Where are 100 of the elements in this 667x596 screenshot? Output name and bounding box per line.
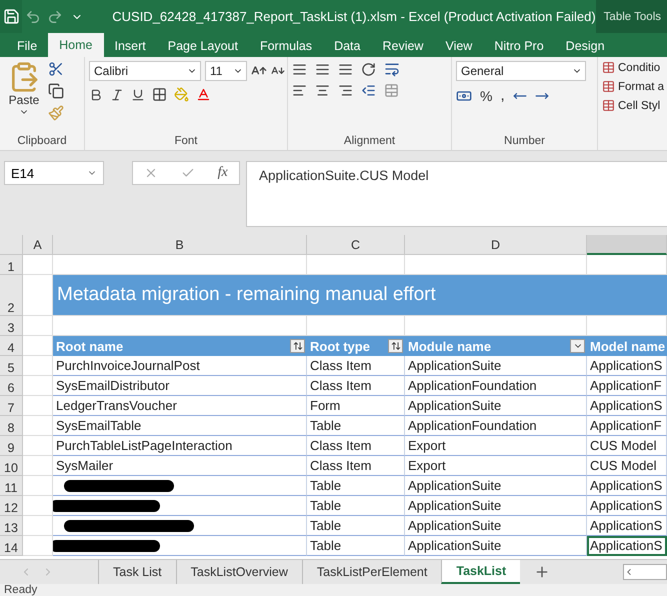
table-cell: CUS Model	[587, 436, 667, 456]
table-cell: ApplicationSuite	[405, 476, 587, 496]
table-cell: SysEmailTable	[53, 416, 307, 436]
group-label: Clipboard	[16, 134, 68, 149]
table-cell: Table	[307, 496, 405, 516]
align-middle-icon[interactable]	[315, 62, 330, 76]
table-cell: PurchTableListPageInteraction	[53, 436, 307, 456]
wrap-text-icon[interactable]	[384, 61, 400, 77]
ribbon-tab[interactable]: Insert	[104, 35, 157, 57]
table-cell: Form	[307, 396, 405, 416]
copy-icon[interactable]	[48, 83, 64, 99]
sort-icon	[292, 341, 302, 351]
styles-menu-item[interactable]: Cell Styl	[602, 99, 660, 112]
group-label: Number	[503, 134, 546, 149]
font-name-field[interactable]: Calibri	[89, 61, 201, 81]
table-cell: Class Item	[307, 456, 405, 476]
table-cell: ApplicationS	[587, 496, 667, 516]
ribbon-tab[interactable]: Review	[371, 35, 434, 57]
percent-style-button[interactable]: %	[480, 88, 492, 104]
row-header[interactable]: 3	[0, 316, 23, 336]
ribbon-tab[interactable]: Formulas	[248, 35, 324, 57]
row-header[interactable]: 14	[0, 536, 23, 556]
horizontal-scrollbar[interactable]	[623, 564, 667, 580]
table-cell: CUS Model	[587, 456, 667, 476]
column-header[interactable]: A	[23, 235, 53, 255]
formula-field[interactable]: ApplicationSuite.CUS Model	[246, 161, 667, 227]
align-center-icon[interactable]	[315, 83, 330, 98]
borders-icon[interactable]	[152, 87, 167, 102]
sheet-tab[interactable]: TaskList	[441, 560, 520, 584]
table-cell: ApplicationS	[587, 516, 667, 536]
table-cell: LedgerTransVoucher	[53, 396, 307, 416]
styles-menu-item[interactable]: Format a	[602, 80, 664, 93]
table-cell: ApplicationS	[587, 396, 667, 416]
context-tab-label: Table Tools	[596, 0, 667, 33]
table-icon	[602, 80, 615, 93]
table-icon	[602, 61, 615, 74]
italic-icon[interactable]	[110, 88, 124, 102]
merge-cells-icon[interactable]	[384, 83, 399, 98]
ribbon-tab[interactable]: View	[434, 35, 484, 57]
ribbon-tab[interactable]: Design	[554, 35, 616, 57]
table-cell: ApplicationFoundation	[405, 416, 587, 436]
font-color-icon[interactable]	[196, 87, 211, 102]
row-header[interactable]: 11	[0, 476, 23, 496]
sort-filter-button[interactable]	[290, 339, 305, 353]
table-cell: Table	[307, 476, 405, 496]
orientation-icon[interactable]	[361, 62, 376, 76]
ribbon-tab[interactable]: Data	[323, 35, 372, 57]
table-icon	[602, 99, 615, 112]
font-size-field[interactable]: 11	[205, 61, 247, 81]
insert-function-button[interactable]: fx	[218, 165, 228, 181]
column-header[interactable]	[587, 235, 667, 255]
number-format-field[interactable]: General	[456, 61, 586, 81]
comma-style-button[interactable]: ,	[500, 87, 505, 104]
paste-button[interactable]: Paste	[4, 61, 44, 134]
row-header[interactable]: 2	[0, 275, 23, 316]
table-cell: ApplicationFoundation	[405, 376, 587, 396]
row-header[interactable]: 13	[0, 516, 23, 536]
filter-dropdown-button[interactable]	[570, 339, 585, 353]
table-cell: ApplicationSuite	[405, 536, 587, 556]
row-header[interactable]: 5	[0, 356, 23, 376]
bold-icon[interactable]	[89, 88, 103, 102]
name-box[interactable]: E14	[4, 161, 104, 185]
header-label: Root name	[56, 338, 124, 354]
table-cell: PurchInvoiceJournalPost	[53, 356, 307, 376]
row-header[interactable]: 9	[0, 436, 23, 456]
table-cell: ApplicationSuite	[405, 396, 587, 416]
align-left-icon[interactable]	[292, 83, 307, 98]
align-right-icon[interactable]	[338, 83, 353, 98]
table-cell: Table	[307, 416, 405, 436]
table-cell: ApplicationSuite	[405, 516, 587, 536]
ribbon-tab[interactable]: File	[6, 35, 48, 57]
save-icon[interactable]	[0, 0, 22, 33]
row-header[interactable]: 12	[0, 496, 23, 516]
ribbon-tab[interactable]: Page Layout	[156, 35, 249, 57]
row-header[interactable]: 8	[0, 416, 23, 436]
row-header[interactable]: 7	[0, 396, 23, 416]
fill-color-icon[interactable]	[174, 87, 189, 102]
align-bottom-icon[interactable]	[338, 62, 353, 76]
table-cell: Class Item	[307, 356, 405, 376]
decrease-indent-icon[interactable]	[361, 83, 376, 98]
window-title: CUSID_62428_417387_Report_TaskList (1).xlsm - Excel (Product Activation Failed)	[112, 9, 596, 24]
row-header[interactable]: 4	[0, 336, 23, 356]
row-header[interactable]: 1	[0, 255, 23, 275]
column-header[interactable]: C	[307, 235, 405, 255]
ribbon-tab[interactable]: Home	[48, 33, 104, 57]
table-cell: ApplicationSuite	[405, 496, 587, 516]
ribbon-tab[interactable]: Nitro Pro	[483, 35, 555, 57]
styles-menu-item[interactable]: Conditio	[602, 61, 660, 74]
cut-icon[interactable]	[48, 61, 64, 77]
header-label: Module name	[408, 338, 492, 354]
align-top-icon[interactable]	[292, 62, 307, 76]
column-header[interactable]: D	[405, 235, 587, 255]
table-cell: ApplicationF	[587, 376, 667, 396]
sort-filter-button[interactable]	[388, 339, 403, 353]
sheet-title-banner: Metadata migration - remaining manual effort	[53, 275, 667, 316]
table-cell: ApplicationS	[587, 356, 667, 376]
column-header[interactable]: B	[53, 235, 307, 255]
row-header[interactable]: 6	[0, 376, 23, 396]
row-header[interactable]: 10	[0, 456, 23, 476]
underline-icon[interactable]	[131, 88, 145, 102]
